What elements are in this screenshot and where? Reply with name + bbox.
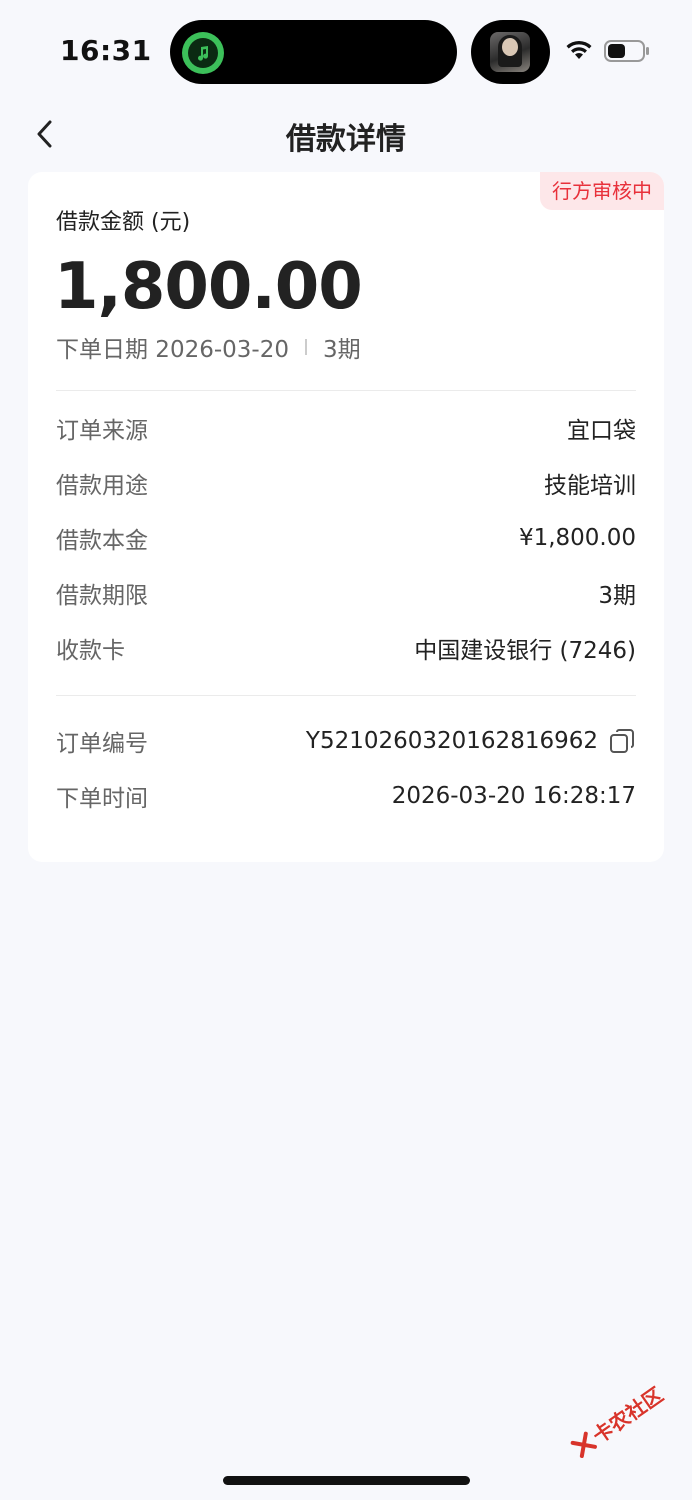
order-time-row: 下单时间 2026-03-20 16:28:17 [56, 776, 636, 816]
order-time-label: 下单时间 [56, 786, 148, 812]
wifi-icon [566, 40, 592, 59]
album-thumbnail-icon [490, 32, 530, 72]
copy-icon[interactable] [608, 727, 636, 755]
amount-label: 借款金额 (元) [56, 210, 191, 235]
battery-icon [604, 40, 649, 62]
detail-row-source: 订单来源 宜口袋 [56, 408, 636, 448]
row-label: 借款期限 [56, 583, 148, 609]
row-value: 中国建设银行 (7246) [414, 638, 636, 664]
detail-row-principal: 借款本金 ¥1,800.00 [56, 518, 636, 558]
now-playing-pill[interactable] [471, 20, 550, 84]
home-indicator[interactable] [223, 1476, 470, 1485]
order-time: 2026-03-20 16:28:17 [391, 783, 636, 809]
screen: 16:31 借款详情 行方审核中 借款金额 (元) 1,800.00 下单日期 … [0, 0, 692, 1500]
status-badge: 行方审核中 [540, 172, 664, 210]
nav-bar: 借款详情 [0, 100, 692, 170]
order-number-row: 订单编号 Y5210260320162816962 [56, 721, 636, 761]
row-label: 收款卡 [56, 638, 125, 664]
order-number-label: 订单编号 [56, 731, 148, 757]
detail-row-purpose: 借款用途 技能培训 [56, 463, 636, 503]
order-date: 下单日期 2026-03-20 [56, 337, 289, 363]
row-label: 订单来源 [56, 418, 148, 444]
separator [304, 339, 307, 355]
divider [56, 695, 636, 696]
watermark: 卡农社区 [554, 1363, 670, 1470]
order-number: Y5210260320162816962 [305, 728, 598, 754]
watermark-text: 卡农社区 [588, 1382, 668, 1449]
order-date-line: 下单日期 2026-03-20 3期 [56, 330, 361, 364]
row-label: 借款本金 [56, 528, 148, 554]
order-number-value-wrap: Y5210260320162816962 [306, 727, 636, 755]
page-title: 借款详情 [286, 122, 406, 157]
status-time: 16:31 [60, 34, 152, 67]
music-app-icon[interactable] [182, 32, 224, 74]
row-value: 3期 [598, 583, 636, 609]
dynamic-island[interactable] [170, 20, 457, 84]
detail-row-term: 借款期限 3期 [56, 573, 636, 613]
amount-value: 1,800.00 [54, 250, 363, 324]
divider [56, 390, 636, 391]
detail-row-receiving-card: 收款卡 中国建设银行 (7246) [56, 628, 636, 668]
status-bar: 16:31 [0, 0, 692, 100]
loan-detail-card: 行方审核中 借款金额 (元) 1,800.00 下单日期 2026-03-20 … [28, 172, 664, 862]
row-value: ¥1,800.00 [518, 525, 636, 551]
term-short: 3期 [322, 337, 361, 363]
row-value: 技能培训 [544, 473, 636, 499]
row-value: 宜口袋 [567, 418, 636, 444]
row-label: 借款用途 [56, 473, 148, 499]
